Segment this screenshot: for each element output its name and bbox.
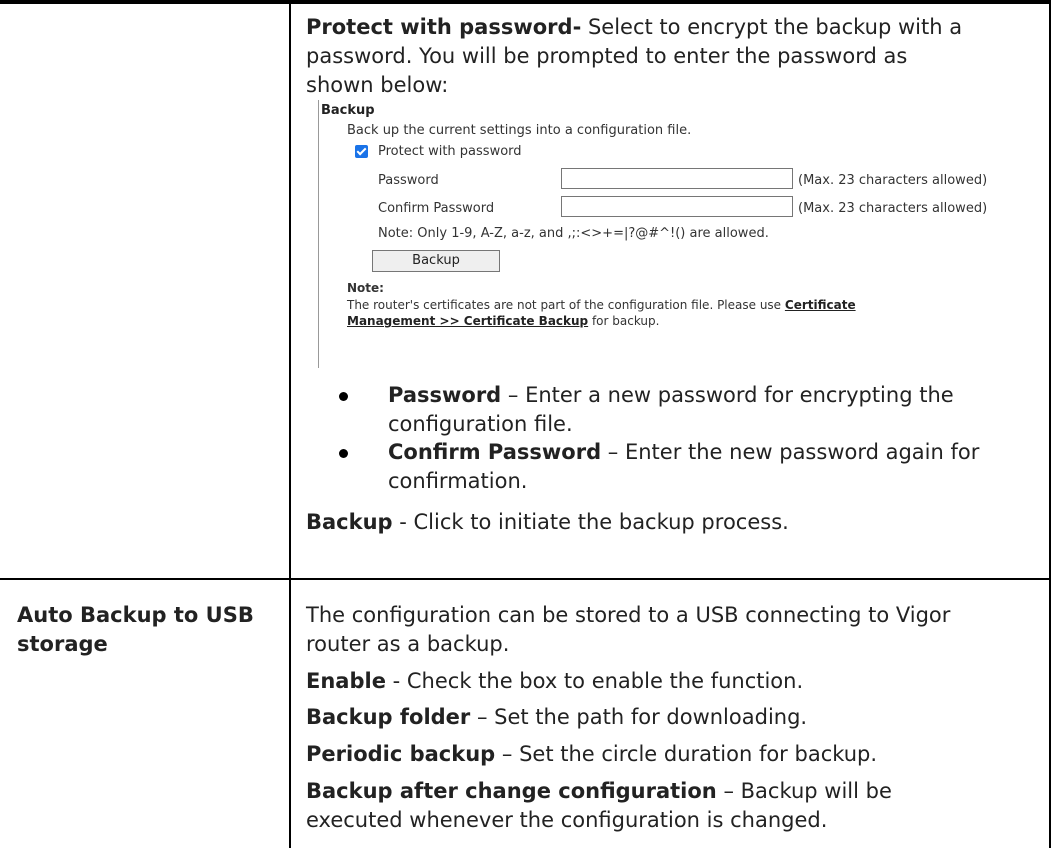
password-label: Password	[378, 173, 439, 188]
confirm-password-label: Confirm Password	[378, 201, 495, 216]
enable-line: Enable - Check the box to enable the fun…	[306, 669, 804, 693]
bullet-dot	[339, 392, 348, 401]
auto-backup-label-line-1: Auto Backup to USB	[17, 603, 254, 627]
bullet-dot	[339, 449, 348, 458]
backup-button[interactable]: Backup	[372, 250, 500, 272]
column-divider	[289, 0, 291, 848]
bullet-confirm-line-2: confirmation.	[388, 469, 528, 493]
auto-backup-label-line-2: storage	[17, 632, 108, 656]
screenshot-left-border	[318, 100, 319, 368]
auto-backup-intro-line-2: router as a backup.	[306, 632, 510, 656]
allowed-characters-note: Note: Only 1-9, A-Z, a-z, and ,;:<>+=|?@…	[378, 226, 769, 241]
note-line-2: Management >> Certificate Backup for bac…	[347, 314, 660, 328]
protect-term: Protect with password-	[306, 15, 582, 39]
note-title: Note:	[347, 281, 384, 295]
certificate-backup-link[interactable]: Management >> Certificate Backup	[347, 314, 588, 328]
note-line-1: The router's certificates are not part o…	[347, 298, 856, 312]
confirm-password-hint: (Max. 23 characters allowed)	[798, 201, 988, 216]
backup-header: Backup	[321, 103, 375, 118]
backup-settings-screenshot: Backup Back up the current settings into…	[318, 100, 1030, 368]
protect-paragraph-line-3: shown below:	[306, 73, 449, 97]
periodic-backup-line: Periodic backup – Set the circle duratio…	[306, 742, 878, 766]
backup-after-change-line-2: executed whenever the configuration is c…	[306, 808, 828, 832]
protect-checkbox[interactable]	[355, 145, 368, 158]
document-table: Protect with password- Select to encrypt…	[0, 0, 1051, 848]
table-top-border	[0, 0, 1051, 4]
backup-line: Backup - Click to initiate the backup pr…	[306, 510, 789, 534]
backup-after-change-line-1: Backup after change configuration – Back…	[306, 779, 892, 803]
bullet-password-line-1: Password – Enter a new password for encr…	[388, 383, 954, 407]
certificate-link[interactable]: Certificate	[785, 298, 856, 312]
row-divider	[0, 578, 1051, 580]
backup-folder-line: Backup folder – Set the path for downloa…	[306, 705, 808, 729]
protect-paragraph-line-2: password. You will be prompted to enter …	[306, 44, 908, 68]
password-input[interactable]	[561, 168, 793, 189]
bullet-password-line-2: configuration file.	[388, 412, 573, 436]
protect-paragraph-line-1: Protect with password- Select to encrypt…	[306, 15, 963, 39]
password-hint: (Max. 23 characters allowed)	[798, 173, 988, 188]
protect-checkbox-label: Protect with password	[378, 144, 522, 159]
auto-backup-intro-line-1: The configuration can be stored to a USB…	[306, 603, 951, 627]
bullet-confirm-line-1: Confirm Password – Enter the new passwor…	[388, 440, 980, 464]
backup-intro: Back up the current settings into a conf…	[347, 123, 692, 138]
confirm-password-input[interactable]	[561, 196, 793, 217]
